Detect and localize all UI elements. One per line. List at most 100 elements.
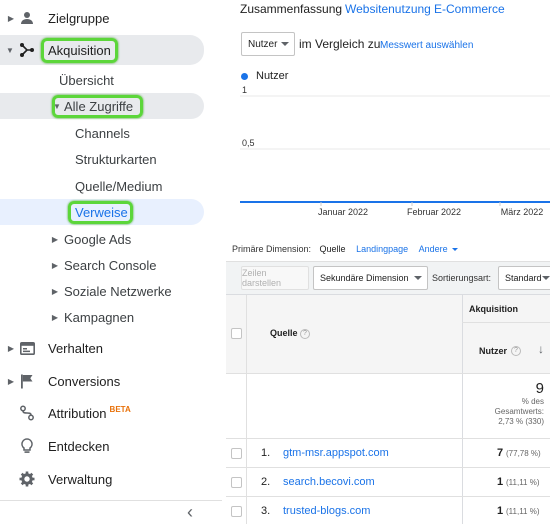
- total-line-1: % des: [521, 397, 544, 406]
- caret-right-icon: ▶: [7, 13, 15, 23]
- behavior-icon: [18, 339, 36, 357]
- gear-icon: [18, 470, 36, 488]
- sidebar-item-label: Search Console: [64, 257, 157, 273]
- x-tick-label: Februar 2022: [407, 207, 461, 217]
- sidebar-item-zielgruppe[interactable]: ▶ Zielgruppe: [0, 8, 222, 28]
- total-line-3: 2,73 % (330): [498, 417, 544, 426]
- sort-label: Sortierungsart:: [432, 273, 492, 283]
- row-users: 1: [497, 505, 504, 517]
- line-chart: 1 0,5 Januar 2022 Februar 2022 März 2022: [240, 86, 550, 217]
- plot-rows-button[interactable]: Zeilen darstellen: [241, 266, 309, 290]
- help-icon[interactable]: ?: [300, 329, 310, 339]
- sidebar-item-label: Übersicht: [59, 72, 114, 88]
- sidebar-item-conversions[interactable]: ▶ Conversions: [0, 371, 222, 391]
- dimension-quelle[interactable]: Quelle: [320, 244, 346, 254]
- select-all-checkbox[interactable]: [231, 328, 242, 339]
- flag-icon: [18, 372, 36, 390]
- collapse-sidebar-icon[interactable]: ‹: [182, 502, 198, 522]
- col-header-quelle[interactable]: Quelle: [270, 328, 298, 338]
- sidebar-item-search-console[interactable]: ▶ Search Console: [0, 256, 222, 274]
- attribution-icon: [18, 404, 36, 422]
- sort-select[interactable]: Standard: [498, 266, 550, 290]
- total-line-2: Gesamtwerts:: [494, 407, 544, 416]
- row-users: 1: [497, 476, 504, 488]
- sidebar-item-label: Channels: [75, 125, 130, 141]
- sidebar-item-google-ads[interactable]: ▶ Google Ads: [0, 230, 222, 248]
- tab-websitenutzung[interactable]: Websitenutzung: [345, 2, 431, 16]
- sidebar-item-verwaltung[interactable]: Verwaltung: [0, 469, 222, 489]
- dropdown-arrow-icon: [542, 276, 550, 280]
- sidebar-item-label: Entdecken: [48, 438, 110, 454]
- person-icon: [18, 9, 36, 27]
- y-tick-label: 0,5: [242, 138, 255, 148]
- sidebar-item-label: Attribution: [48, 405, 107, 421]
- highlight-frame: [41, 38, 118, 63]
- col-header-nutzer[interactable]: Nutzer: [479, 346, 507, 356]
- help-icon[interactable]: ?: [511, 346, 521, 356]
- sidebar-item-label: Verhalten: [48, 340, 103, 356]
- sidebar-item-label: Conversions: [48, 373, 121, 389]
- row-checkbox[interactable]: [231, 506, 242, 517]
- legend-dot: [241, 73, 248, 80]
- row-users: 7: [497, 447, 504, 459]
- row-users-pct: (11,11 %): [506, 507, 540, 516]
- dimension-landingpage[interactable]: Landingpage: [356, 244, 408, 254]
- secondary-dimension-select[interactable]: Sekundäre Dimension: [313, 266, 428, 290]
- sidebar-item-label: Zielgruppe: [48, 10, 110, 26]
- header-divider: [462, 322, 550, 323]
- dimension-label: Primäre Dimension:: [232, 244, 312, 254]
- sidebar-item-soziale-netzwerke[interactable]: ▶ Soziale Netzwerke: [0, 282, 222, 300]
- sidebar-item-attribution[interactable]: Attribution BETA: [0, 403, 222, 423]
- metric-select-value: Nutzer: [248, 38, 278, 50]
- sidebar-divider: [0, 500, 222, 501]
- row-checkbox[interactable]: [231, 477, 242, 488]
- row-checkbox[interactable]: [231, 448, 242, 459]
- caret-right-icon: ▶: [51, 234, 59, 244]
- dimension-bar: Primäre Dimension: Quelle Landingpage An…: [232, 244, 459, 254]
- highlight-frame: [68, 201, 133, 224]
- row-index: 1.: [261, 447, 271, 459]
- column-divider: [246, 295, 247, 524]
- x-tick-label: Januar 2022: [318, 207, 368, 217]
- row-source-link[interactable]: gtm-msr.appspot.com: [283, 447, 389, 459]
- row-divider: [226, 496, 550, 497]
- sidebar-item-verhalten[interactable]: ▶ Verhalten: [0, 338, 222, 358]
- dimension-andere[interactable]: Andere: [419, 244, 448, 254]
- caret-right-icon: ▶: [51, 286, 59, 296]
- legend-label: Nutzer: [256, 70, 289, 82]
- secondary-dimension-label: Sekundäre Dimension: [320, 273, 409, 283]
- caret-right-icon: ▶: [7, 343, 15, 353]
- sidebar-item-label: Google Ads: [64, 231, 132, 247]
- sidebar-item-label: Kampagnen: [64, 309, 135, 325]
- tab-e-commerce[interactable]: E-Commerce: [434, 2, 505, 16]
- row-divider: [226, 438, 550, 439]
- row-index: 2.: [261, 476, 271, 488]
- sort-desc-icon[interactable]: ↓: [538, 342, 544, 356]
- col-group-akquisition: Akquisition: [469, 304, 518, 314]
- sort-value: Standard: [505, 273, 542, 283]
- totals-cell: 9 % des Gesamtwerts: 2,73 % (330): [463, 380, 544, 427]
- metric-select[interactable]: Nutzer: [241, 32, 295, 56]
- tab-zusammenfassung[interactable]: Zusammenfassung: [240, 2, 342, 16]
- caret-right-icon: ▶: [51, 260, 59, 270]
- caret-right-icon: ▶: [7, 376, 15, 386]
- row-source-link[interactable]: trusted-blogs.com: [283, 505, 370, 517]
- sidebar-item-label: Quelle/Medium: [75, 178, 163, 194]
- sidebar-item-label: Strukturkarten: [75, 151, 157, 167]
- row-users-pct: (77,78 %): [506, 449, 541, 458]
- row-source-link[interactable]: search.becovi.com: [283, 476, 375, 488]
- compare-label: im Vergleich zu: [299, 37, 381, 51]
- sidebar-item-entdecken[interactable]: Entdecken: [0, 436, 222, 456]
- choose-metric-link[interactable]: Messwert auswählen: [380, 40, 473, 51]
- row-index: 3.: [261, 505, 271, 517]
- acquisition-icon: [18, 41, 36, 59]
- chevron-down-icon: [452, 248, 459, 252]
- caret-down-icon: ▼: [6, 45, 14, 55]
- row-divider: [226, 373, 550, 374]
- row-divider: [226, 467, 550, 468]
- sidebar-item-kampagnen[interactable]: ▶ Kampagnen: [0, 308, 222, 326]
- report-main: Zusammenfassung Websitenutzung E-Commerc…: [222, 0, 550, 524]
- dropdown-arrow-icon: [281, 42, 289, 46]
- y-tick-label: 1: [242, 86, 247, 95]
- lightbulb-icon: [18, 437, 36, 455]
